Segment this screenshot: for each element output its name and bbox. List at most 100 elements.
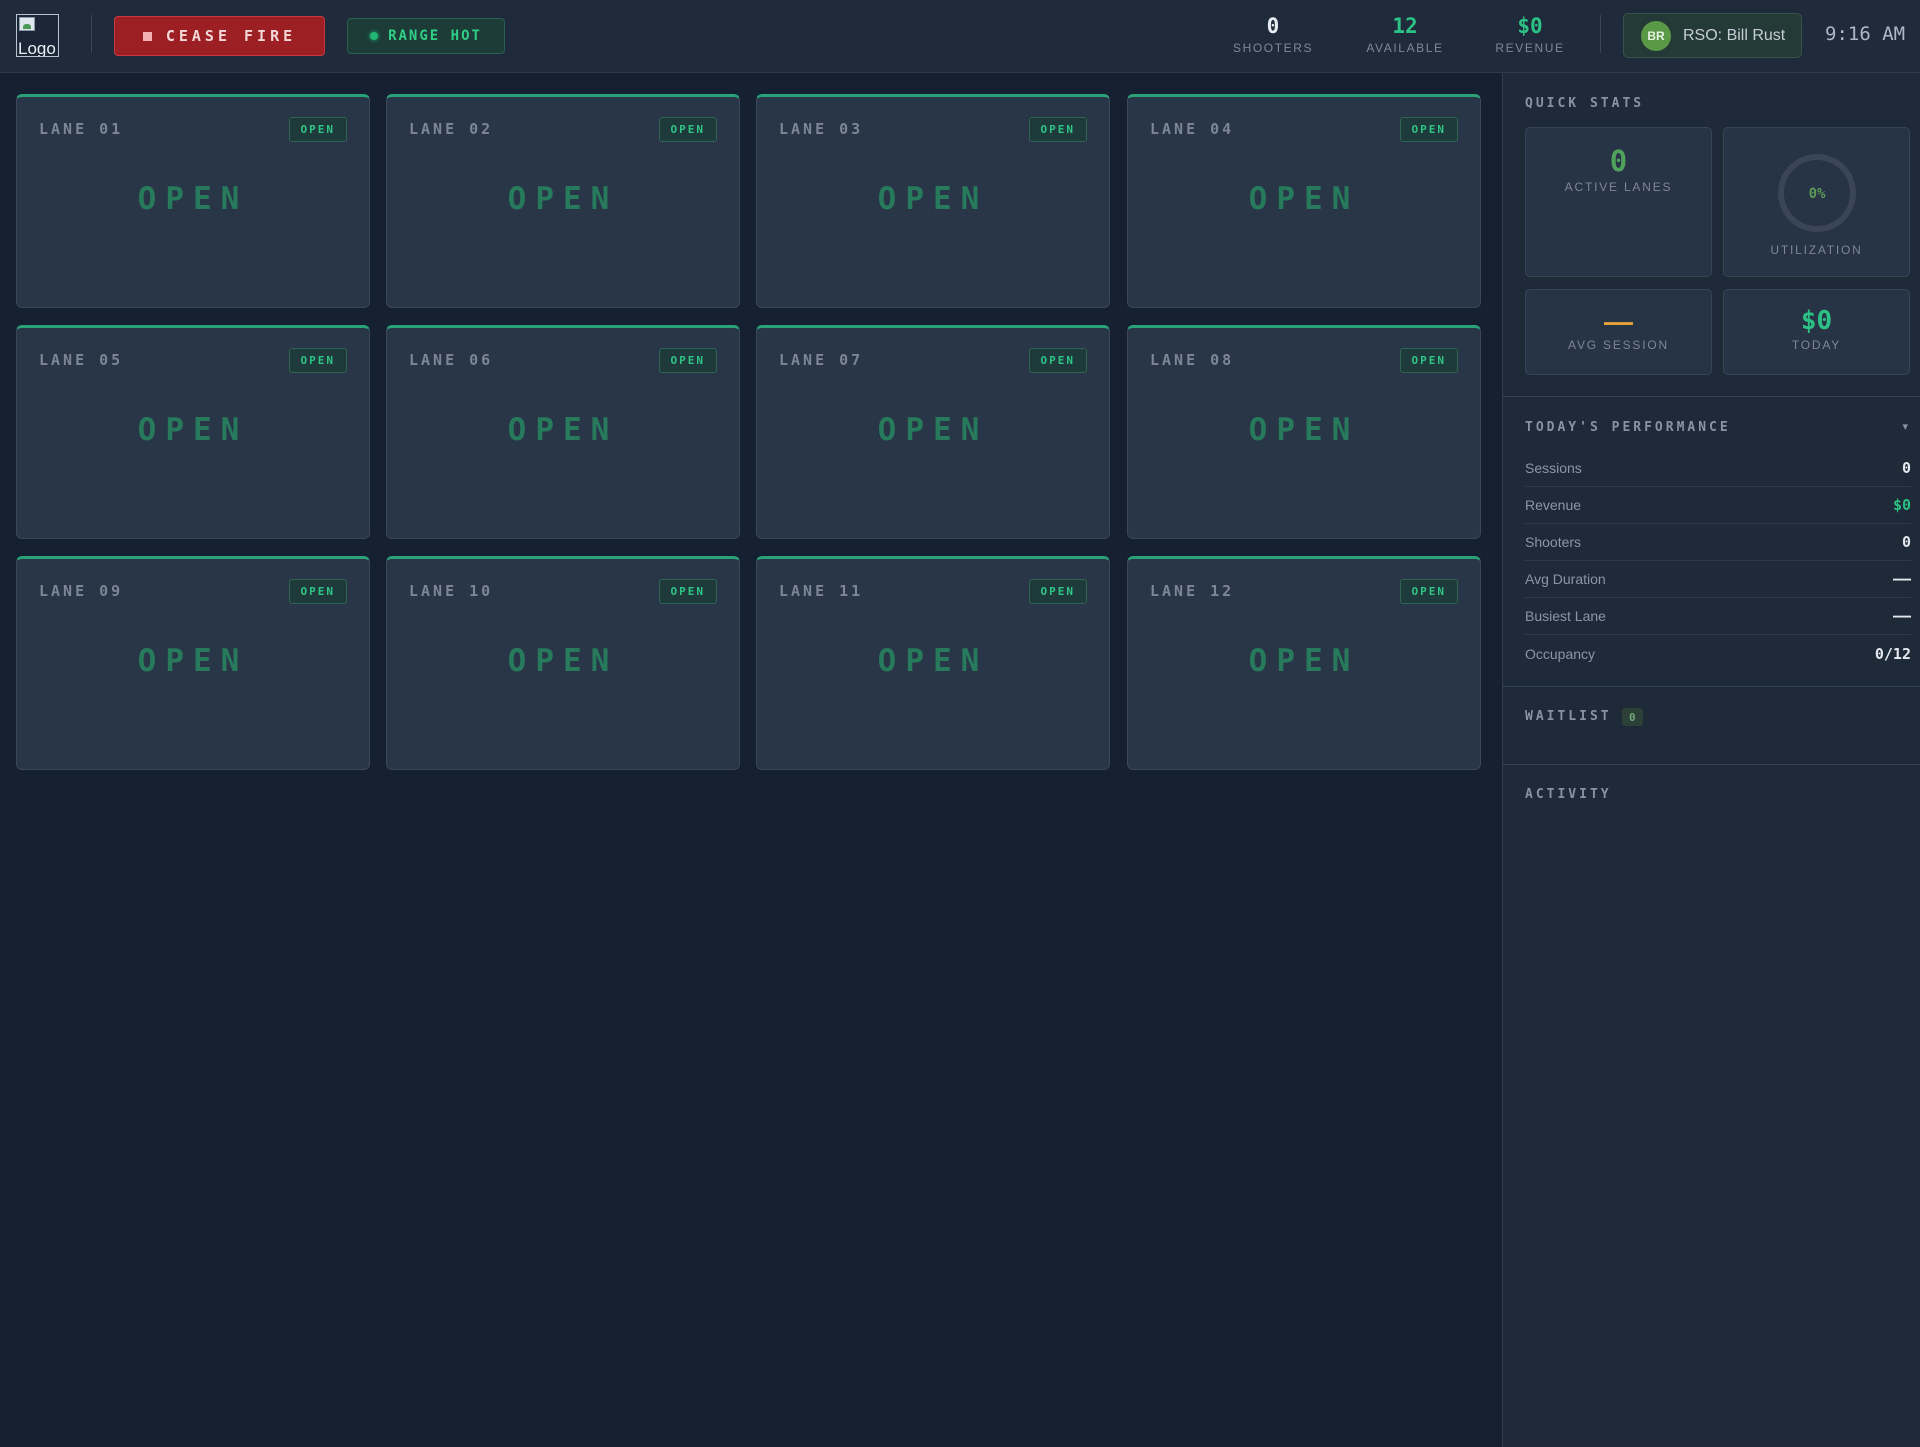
divider [1503, 396, 1920, 397]
lane-card[interactable]: LANE 12 OPEN OPEN [1127, 556, 1481, 770]
top-bar: Logo CEASE FIRE RANGE HOT 0 SHOOTERS 12 … [0, 0, 1920, 73]
collapse-chevron-icon[interactable]: ▾ [1902, 420, 1908, 433]
active-lanes-label: ACTIVE LANES [1564, 180, 1673, 194]
row-key: Revenue [1525, 497, 1582, 513]
rso-button[interactable]: BR RSO: Bill Rust [1623, 13, 1802, 58]
lane-card[interactable]: LANE 10 OPEN OPEN [386, 556, 740, 770]
lane-label: LANE 10 [409, 582, 494, 600]
lane-label: LANE 09 [39, 582, 124, 600]
utilization-gauge: 0% [1777, 154, 1856, 232]
performance-row: Busiest Lane —— [1525, 598, 1911, 635]
performance-row: Shooters 0 [1525, 524, 1911, 561]
utilization-value: 0% [1808, 186, 1825, 202]
utilization-label: UTILIZATION [1770, 243, 1863, 257]
row-key: Avg Duration [1525, 571, 1606, 587]
shooters-metric: 0 SHOOTERS [1233, 14, 1313, 55]
row-value: 0/12 [1874, 644, 1911, 663]
row-value: —— [1892, 570, 1911, 588]
row-key: Busiest Lane [1525, 608, 1606, 624]
available-label: AVAILABLE [1366, 41, 1444, 55]
active-lanes-card: 0 ACTIVE LANES [1525, 127, 1712, 277]
revenue-label: REVENUE [1495, 41, 1565, 55]
lane-label: LANE 11 [779, 582, 864, 600]
lane-card[interactable]: LANE 05 OPEN OPEN [16, 325, 370, 539]
lane-status-text: OPEN [1248, 412, 1360, 448]
row-value: —— [1892, 607, 1911, 625]
activity-title: ACTIVITY [1525, 787, 1612, 802]
lane-status-text: OPEN [877, 412, 989, 448]
lane-label: LANE 04 [1150, 120, 1235, 138]
lane-status-text: OPEN [507, 412, 619, 448]
stop-icon [142, 31, 152, 41]
available-metric: 12 AVAILABLE [1362, 14, 1448, 55]
lane-status-text: OPEN [877, 643, 989, 679]
performance-row: Revenue $0 [1525, 487, 1911, 524]
row-value: 0 [1901, 459, 1911, 477]
lane-label: LANE 07 [779, 351, 864, 369]
today-value: $0 [1800, 306, 1833, 336]
broken-image-icon [19, 17, 35, 31]
logo: Logo [16, 14, 59, 57]
lane-card[interactable]: LANE 09 OPEN OPEN [16, 556, 370, 770]
lane-status-text: OPEN [1248, 181, 1360, 217]
today-card: $0 TODAY [1723, 289, 1910, 375]
lane-status-badge: OPEN [1399, 579, 1458, 604]
lane-status-badge: OPEN [658, 348, 717, 373]
lane-card[interactable]: LANE 06 OPEN OPEN [386, 325, 740, 539]
lane-status-badge: OPEN [288, 117, 347, 142]
avatar: BR [1641, 20, 1671, 51]
divider [1600, 15, 1601, 53]
divider [1503, 686, 1920, 687]
active-lanes-value: 0 [1609, 144, 1628, 178]
performance-row: Occupancy 0/12 [1525, 635, 1911, 672]
lane-label: LANE 02 [409, 120, 494, 138]
lane-card[interactable]: LANE 07 OPEN OPEN [756, 325, 1110, 539]
lane-status-text: OPEN [1248, 643, 1360, 679]
rso-label: RSO: Bill Rust [1683, 26, 1786, 44]
status-dot-icon [370, 32, 379, 40]
revenue-metric: $0 REVENUE [1492, 14, 1568, 55]
lane-label: LANE 08 [1150, 351, 1235, 369]
divider [91, 15, 92, 53]
lane-card[interactable]: LANE 08 OPEN OPEN [1127, 325, 1481, 539]
lane-status-text: OPEN [137, 643, 249, 679]
performance-row: Avg Duration —— [1525, 561, 1911, 598]
row-value: 0 [1901, 533, 1911, 551]
row-key: Sessions [1525, 460, 1582, 476]
waitlist-title: WAITLIST [1525, 709, 1612, 724]
lane-card[interactable]: LANE 03 OPEN OPEN [756, 94, 1110, 308]
lane-status-badge: OPEN [288, 579, 347, 604]
lane-card[interactable]: LANE 02 OPEN OPEN [386, 94, 740, 308]
lane-card[interactable]: LANE 04 OPEN OPEN [1127, 94, 1481, 308]
row-value: $0 [1892, 496, 1911, 514]
range-hot-button[interactable]: RANGE HOT [347, 18, 505, 54]
utilization-card: 0% UTILIZATION [1723, 127, 1910, 277]
lane-label: LANE 05 [39, 351, 124, 369]
avg-session-value: —— [1604, 308, 1633, 336]
shooters-label: SHOOTERS [1233, 41, 1314, 55]
sidebar: QUICK STATS 0 ACTIVE LANES 0% UTILIZATIO… [1502, 73, 1920, 1447]
lane-label: LANE 06 [409, 351, 494, 369]
row-key: Shooters [1525, 534, 1582, 550]
lane-status-badge: OPEN [658, 579, 717, 604]
cease-fire-label: CEASE FIRE [165, 27, 297, 45]
lane-status-badge: OPEN [1399, 348, 1458, 373]
lane-status-badge: OPEN [288, 348, 347, 373]
revenue-value: $0 [1517, 14, 1543, 38]
performance-row: Sessions 0 [1525, 450, 1911, 487]
lane-status-text: OPEN [137, 181, 249, 217]
lane-status-badge: OPEN [1028, 348, 1087, 373]
lane-label: LANE 01 [39, 120, 124, 138]
shooters-value: 0 [1266, 14, 1280, 38]
lane-label: LANE 03 [779, 120, 864, 138]
lane-card[interactable]: LANE 11 OPEN OPEN [756, 556, 1110, 770]
clock: 9:16 AM [1825, 23, 1906, 45]
today-label: TODAY [1791, 338, 1842, 352]
cease-fire-button[interactable]: CEASE FIRE [114, 16, 325, 56]
lane-status-badge: OPEN [658, 117, 717, 142]
lane-status-text: OPEN [877, 181, 989, 217]
lane-card[interactable]: LANE 01 OPEN OPEN [16, 94, 370, 308]
lane-status-badge: OPEN [1399, 117, 1458, 142]
logo-alt-text: Logo [18, 39, 56, 57]
available-value: 12 [1392, 14, 1418, 38]
